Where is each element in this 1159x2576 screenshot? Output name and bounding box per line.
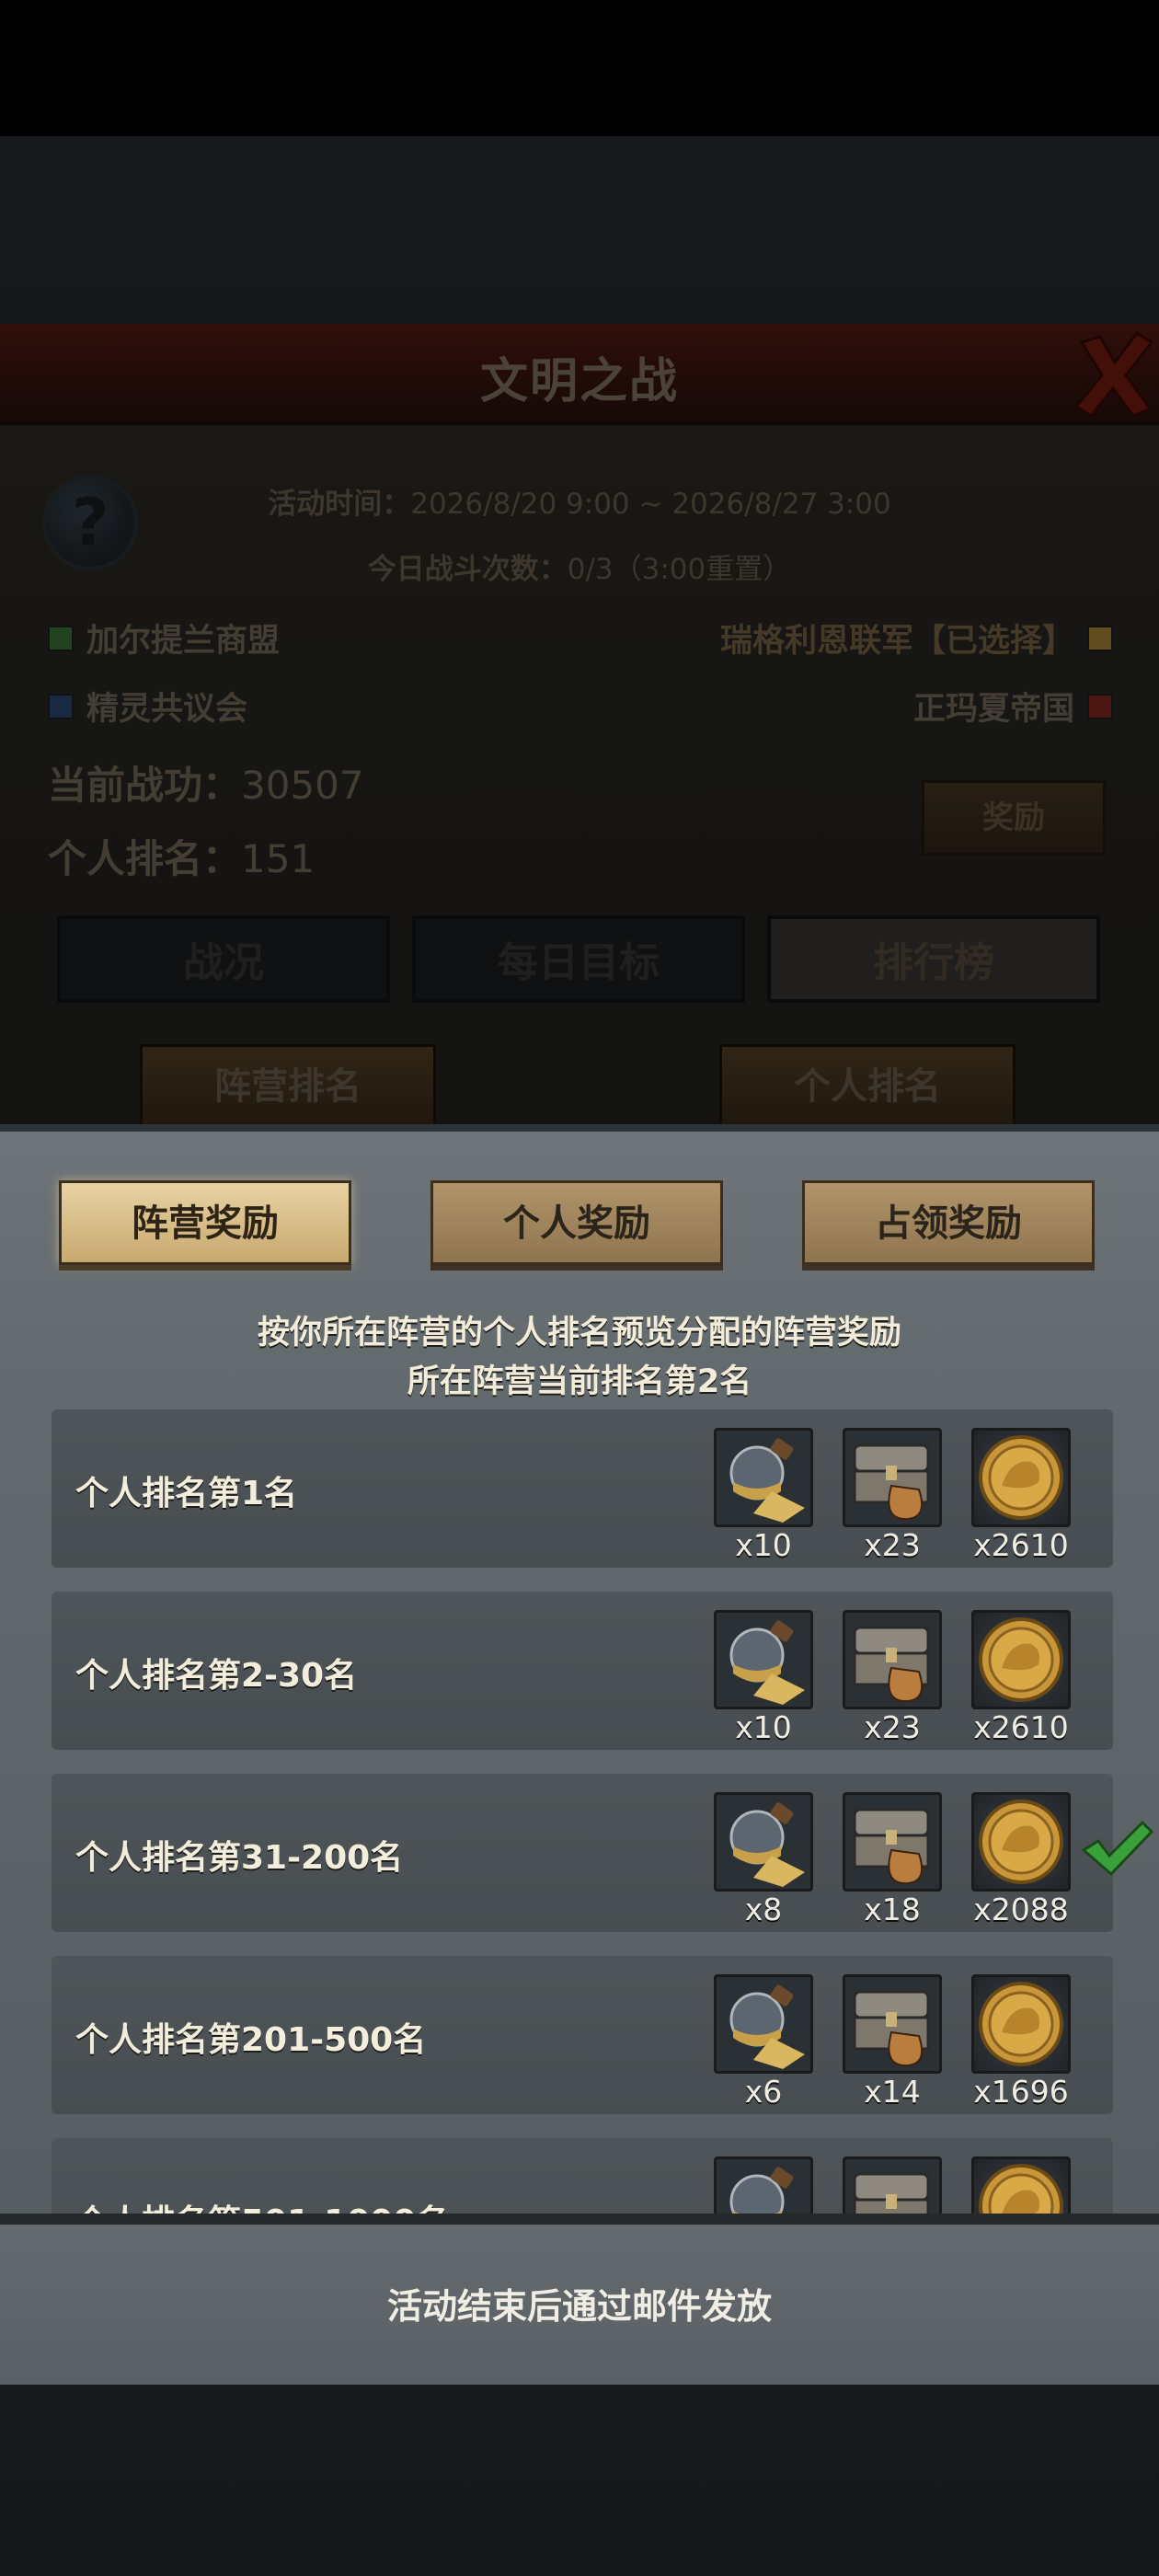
check-icon [1081,1820,1154,1877]
potion-icon [729,1438,805,1523]
list-item: 个人排名第501-1000名 [52,2138,1113,2214]
chest-item[interactable] [843,1974,942,2074]
potion-icon [729,1984,805,2069]
gold-coin-item[interactable] [971,1428,1071,1527]
chest-icon [853,1626,930,1703]
list-item: 个人排名第2-30名 x10 x23 x2610 [52,1592,1113,1750]
tab-personal-reward[interactable]: 个人奖励 [430,1180,723,1265]
gold-coin-icon [979,1617,1063,1702]
gold-coin-icon [979,2164,1063,2214]
modal-overlay[interactable] [0,136,1159,1124]
list-item: 个人排名第1名 x10 x23 x2610 [52,1409,1113,1568]
list-item-current: 个人排名第31-200名 x8 x18 x2088 [52,1774,1113,1932]
chest-item[interactable] [843,2156,942,2214]
chest-item[interactable] [843,1428,942,1527]
status-bar-area [0,0,1159,136]
potion-item[interactable] [714,1610,813,1709]
chest-icon [853,1443,930,1521]
gold-coin-item[interactable] [971,1974,1071,2074]
potion-item[interactable] [714,1974,813,2074]
potion-icon [729,2167,794,2214]
chest-icon [853,2172,930,2214]
potion-icon [729,1620,805,1705]
gold-coin-item[interactable] [971,1610,1071,1709]
tab-occupation-reward[interactable]: 占领奖励 [802,1180,1095,1265]
potion-item[interactable] [714,2156,813,2214]
reward-list[interactable]: 个人排名第1名 x10 x23 x2610 个人排名第2-30名 x10 x23… [0,1406,1159,2214]
gold-coin-icon [979,1800,1063,1884]
gold-coin-item[interactable] [971,2156,1071,2214]
popup-divider [0,2214,1159,2225]
reward-description: 按你所在阵营的个人排名预览分配的阵营奖励 [257,1315,901,1351]
current-rank-marker [1078,1817,1155,1881]
list-item: 个人排名第201-500名 x6 x14 x1696 [52,1956,1113,2114]
potion-item[interactable] [714,1428,813,1527]
chest-item[interactable] [843,1610,942,1709]
gold-coin-icon [979,1982,1063,2066]
gold-coin-item[interactable] [971,1792,1071,1892]
chest-item[interactable] [843,1792,942,1892]
potion-icon [729,1802,805,1887]
faction-rank-note: 所在阵营当前排名第2名 [407,1363,752,1400]
tab-faction-reward[interactable]: 阵营奖励 [59,1180,351,1265]
chest-icon [853,1808,930,1885]
potion-item[interactable] [714,1792,813,1892]
chest-icon [853,1990,930,2067]
gold-coin-icon [979,1435,1063,1520]
footer-note: 活动结束后通过邮件发放 [386,2286,772,2327]
